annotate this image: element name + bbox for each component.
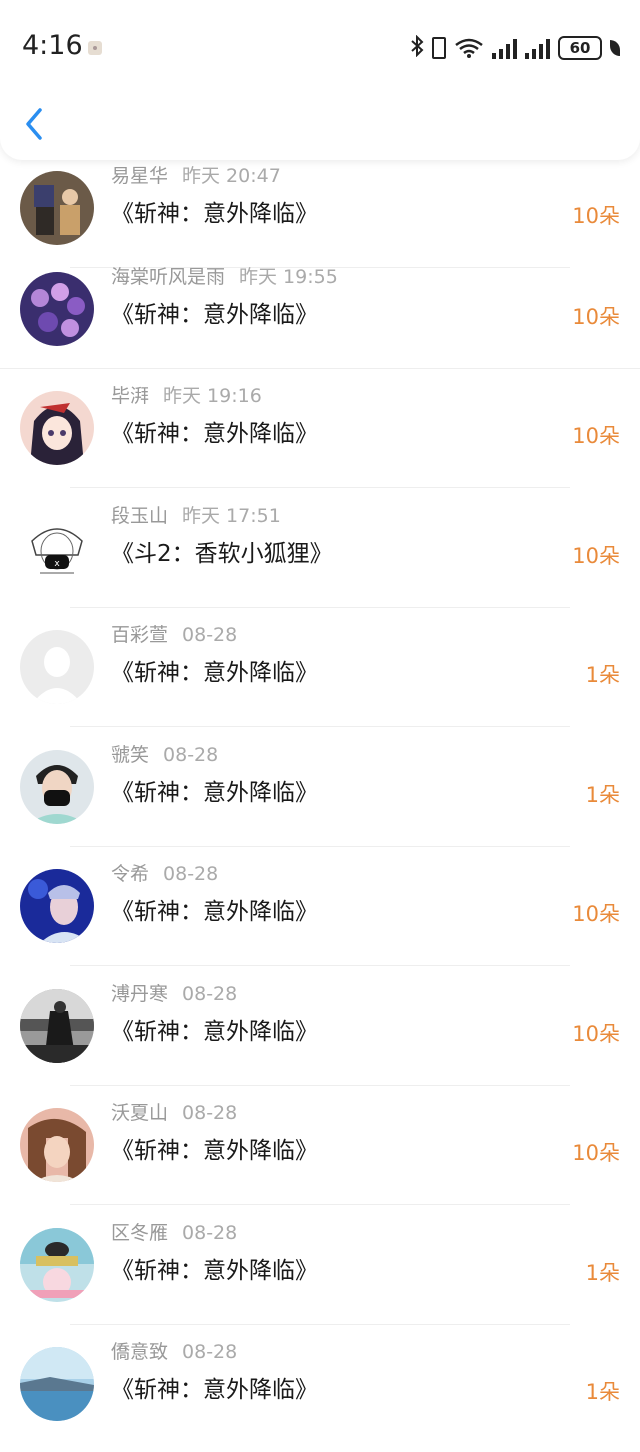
flower-count: 10朵 xyxy=(572,1141,620,1165)
avatar[interactable] xyxy=(20,272,94,346)
flower-count: 10朵 xyxy=(572,902,620,926)
list-item[interactable]: 僑意致 08-28 《斩神：意外降临》 1朵 xyxy=(0,1325,640,1444)
power-save-icon xyxy=(610,40,620,56)
divider xyxy=(70,1204,570,1205)
send-time: 08-28 xyxy=(182,1222,238,1244)
flower-count: 1朵 xyxy=(585,663,620,687)
sender-name: 令希 xyxy=(111,863,150,885)
wifi-icon xyxy=(454,37,484,59)
flower-count: 10朵 xyxy=(572,1022,620,1046)
sender-line: 百彩萱 08-28 xyxy=(111,620,237,647)
list-item[interactable]: 海棠听风是雨 昨天 19:55 《斩神：意外降临》 10朵 xyxy=(0,250,640,369)
avatar[interactable] xyxy=(20,391,94,465)
svg-text:x: x xyxy=(54,559,60,569)
flower-count: 1朵 xyxy=(585,783,620,807)
send-time: 08-28 xyxy=(182,1341,238,1363)
sender-name: 溥丹寒 xyxy=(111,983,169,1005)
list-item[interactable]: 沃夏山 08-28 《斩神：意外降临》 10朵 xyxy=(0,1086,640,1205)
avatar[interactable] xyxy=(20,630,94,704)
avatar[interactable] xyxy=(20,1108,94,1182)
notification-icon xyxy=(88,41,102,55)
sender-line: 段玉山 昨天 17:51 xyxy=(111,501,281,528)
avatar[interactable]: x xyxy=(20,511,94,585)
book-title: 《斩神：意外降临》 xyxy=(111,1019,318,1045)
book-title: 《斩神：意外降临》 xyxy=(111,302,318,328)
signal-icon xyxy=(492,37,517,59)
flower-count: 10朵 xyxy=(572,305,620,329)
system-icons: 60 xyxy=(410,34,620,62)
send-time: 08-28 xyxy=(182,983,238,1005)
sender-name: 区冬雁 xyxy=(111,1222,169,1244)
divider xyxy=(70,487,570,488)
avatar[interactable] xyxy=(20,1347,94,1421)
send-time: 08-28 xyxy=(163,744,219,766)
list-item[interactable]: 溥丹寒 08-28 《斩神：意外降临》 10朵 xyxy=(0,967,640,1086)
avatar[interactable] xyxy=(20,1228,94,1302)
book-title: 《斩神：意外降临》 xyxy=(111,1138,318,1164)
list-item[interactable]: x 段玉山 昨天 17:51 《斗2：香软小狐狸》 10朵 xyxy=(0,489,640,608)
flower-count: 1朵 xyxy=(585,1261,620,1285)
book-title: 《斗2：香软小狐狸》 xyxy=(111,541,333,567)
list-item[interactable]: 百彩萱 08-28 《斩神：意外降临》 1朵 xyxy=(0,608,640,727)
send-time: 昨天 20:47 xyxy=(182,165,281,187)
back-button[interactable] xyxy=(20,106,50,142)
vibrate-icon xyxy=(432,37,446,59)
status-bar: 4:16 60 xyxy=(0,0,640,96)
sender-name: 海棠听风是雨 xyxy=(111,266,226,288)
sender-line: 海棠听风是雨 昨天 19:55 xyxy=(111,262,338,289)
sender-name: 毕湃 xyxy=(111,385,150,407)
sender-line: 区冬雁 08-28 xyxy=(111,1218,237,1245)
sender-line: 溥丹寒 08-28 xyxy=(111,979,237,1006)
book-title: 《斩神：意外降临》 xyxy=(111,899,318,925)
divider xyxy=(70,965,570,966)
top-bar: 4:16 60 xyxy=(0,0,640,160)
book-title: 《斩神：意外降临》 xyxy=(111,201,318,227)
bluetooth-icon xyxy=(410,34,424,62)
book-title: 《斩神：意外降临》 xyxy=(111,1377,318,1403)
list-item[interactable]: 区冬雁 08-28 《斩神：意外降临》 1朵 xyxy=(0,1206,640,1325)
sender-line: 沃夏山 08-28 xyxy=(111,1098,237,1125)
list-item[interactable]: 毕湃 昨天 19:16 《斩神：意外降临》 10朵 xyxy=(0,369,640,488)
flower-count: 10朵 xyxy=(572,204,620,228)
sender-name: 百彩萱 xyxy=(111,624,169,646)
book-title: 《斩神：意外降临》 xyxy=(111,660,318,686)
battery-icon: 60 xyxy=(558,36,602,60)
send-time: 昨天 19:16 xyxy=(163,385,262,407)
sender-name: 易星华 xyxy=(111,165,169,187)
flower-count: 1朵 xyxy=(585,1380,620,1404)
avatar[interactable] xyxy=(20,171,94,245)
send-time: 08-28 xyxy=(163,863,219,885)
send-time: 08-28 xyxy=(182,624,238,646)
sender-name: 段玉山 xyxy=(111,505,169,527)
list-item[interactable]: 令希 08-28 《斩神：意外降临》 10朵 xyxy=(0,847,640,966)
send-time: 08-28 xyxy=(182,1102,238,1124)
sender-name: 沃夏山 xyxy=(111,1102,169,1124)
sender-line: 僑意致 08-28 xyxy=(111,1337,237,1364)
flower-count: 10朵 xyxy=(572,424,620,448)
signal-icon xyxy=(525,37,550,59)
avatar[interactable] xyxy=(20,750,94,824)
book-title: 《斩神：意外降临》 xyxy=(111,421,318,447)
book-title: 《斩神：意外降临》 xyxy=(111,780,318,806)
avatar[interactable] xyxy=(20,869,94,943)
sender-line: 令希 08-28 xyxy=(111,859,218,886)
sender-name: 虢笑 xyxy=(111,744,150,766)
book-title: 《斩神：意外降临》 xyxy=(111,1258,318,1284)
send-time: 昨天 17:51 xyxy=(182,505,281,527)
avatar[interactable] xyxy=(20,989,94,1063)
sender-line: 虢笑 08-28 xyxy=(111,740,218,767)
flower-count: 10朵 xyxy=(572,544,620,568)
back-chevron-icon xyxy=(26,108,42,140)
divider xyxy=(70,726,570,727)
status-time: 4:16 xyxy=(22,30,83,61)
sender-line: 易星华 昨天 20:47 xyxy=(111,161,281,188)
list-item[interactable]: 虢笑 08-28 《斩神：意外降临》 1朵 xyxy=(0,728,640,847)
sender-name: 僑意致 xyxy=(111,1341,169,1363)
sender-line: 毕湃 昨天 19:16 xyxy=(111,381,262,408)
send-time: 昨天 19:55 xyxy=(239,266,338,288)
